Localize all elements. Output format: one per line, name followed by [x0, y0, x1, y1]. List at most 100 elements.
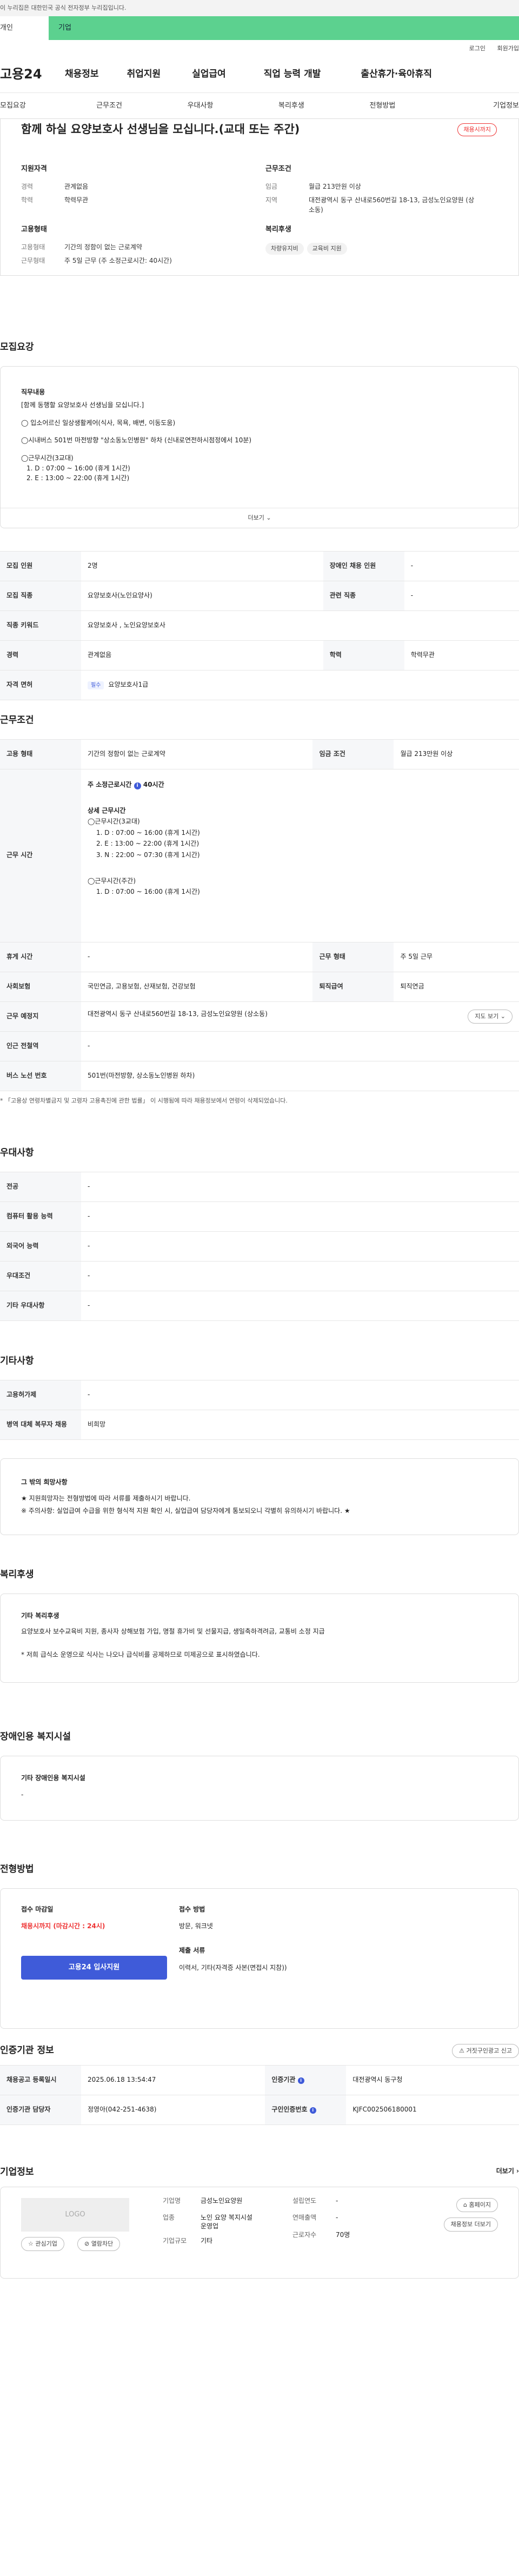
status-badge: 채용시까지 [457, 123, 497, 136]
work-form-label: 근무 형태 [312, 941, 394, 972]
info-icon[interactable]: i [297, 2077, 304, 2084]
education-label: 학력 [21, 196, 34, 204]
hours-line: 3. N : 22:00 ~ 07:30 (휴게 1시간) [96, 851, 200, 859]
license-value: 요양보호사1급 [108, 680, 149, 688]
deadline-value: 채용시까지 (마감시간 : 24시) [21, 1922, 105, 1930]
bus-value: 501번(마전방향, 상소동노인병원 하차) [81, 1060, 519, 1091]
table-row: 외국어 능력 - [0, 1231, 519, 1262]
snb-item-company[interactable]: 기업정보 [428, 93, 519, 118]
gnb-item-vocational-training[interactable]: 직업 능력 개발 [238, 68, 333, 81]
docs-value: 이력서, 기타(자격증 사본(면접시 지참)) [179, 1963, 287, 1971]
preference-section: 우대사항 전공 - 컴퓨터 활용 능력 - 외국어 능력 - 우대조건 - 기타 우대사… [0, 1146, 519, 1321]
age-footnote: * 「고용상 연령차별금지 및 고령자 고용촉진에 관한 법률」 이 시행됨에 … [0, 1097, 288, 1104]
preference-heading: 우대사항 [0, 1147, 34, 1158]
docs-label: 제출 서류 [179, 1947, 205, 1955]
employment-type-block: 고용형태 고용형태 기간의 정함이 없는 근로계약 근무형태 주 5일 근무 (주 … [21, 225, 232, 270]
agency-label: 인증기관 i [265, 2064, 347, 2095]
favorite-company-button[interactable]: ☆ 관심기업 [21, 2236, 64, 2251]
table-row: 모집 직종 요양보호사(노인요양사) 관련 직종 - [0, 580, 519, 611]
gnb-item-employment-support[interactable]: 취업지원 [111, 68, 173, 81]
table-row: 컴퓨터 활용 능력 - [0, 1201, 519, 1232]
disabled-facility-box: 기타 장애인용 복지시설 - [0, 1755, 519, 1821]
snb-item-recruit[interactable]: 모집요강 [0, 93, 64, 118]
military-value: 비희망 [81, 1409, 519, 1440]
signup-link[interactable]: 회원가입 [497, 45, 519, 52]
work-condition-block: 근무조건 임금 월급 213만원 이상 지역 대전광역시 동구 산내로560번길 1… [265, 164, 476, 219]
duty-line: [함께 동행할 요양보호사 선생님을 모십니다.] [21, 401, 144, 409]
etc-section: 기타사항 고용허가제 - 병역 대체 복무자 채용 비희망 그 밖의 희망사항 ★ … [0, 1355, 519, 1536]
disabled-hire-value: - [404, 550, 519, 581]
company-section: 기업정보 더보기 › LOGO ☆ 관심기업 ⊘ 열람차단 기업명 금성노인요양원… [0, 2166, 519, 2279]
job-summary: 함께 하실 요양보호사 선생님을 모십니다.(교대 또는 주간) 채용시까지 지… [0, 119, 519, 276]
hours-line: ◯근무시간(주간) [88, 877, 136, 885]
map-button[interactable]: 지도 보기 ⌄ [468, 1009, 513, 1024]
related-occupation-label: 관련 직종 [323, 580, 404, 611]
block-company-button[interactable]: ⊘ 열람차단 [77, 2236, 121, 2251]
bus-label: 버스 노선 번호 [0, 1060, 81, 1091]
hours-line: 1. D : 07:00 ~ 16:00 (휴게 1시간) [96, 888, 200, 896]
gnb-item-parental-leave[interactable]: 출산휴가·육아휴직 [332, 68, 432, 81]
gov-banner: 이 누리집은 대한민국 공식 전자정부 누리집입니다. [0, 0, 519, 16]
location-cell: 대전광역시 동구 산내로560번길 18-13, 금성노인요양원 (상소동) 지도… [81, 1001, 519, 1032]
week-hours-value: 40시간 [143, 780, 164, 788]
table-row: 모집 인원 2명 장애인 채용 인원 - [0, 550, 519, 581]
homepage-button[interactable]: ⌂ 홈페이지 [456, 2197, 498, 2212]
computer-label: 컴퓨터 활용 능력 [0, 1201, 81, 1232]
other-wishes-label: 그 밖의 희망사항 [21, 1478, 68, 1486]
login-link[interactable]: 로그인 [469, 45, 485, 52]
education-value: 학력무관 [404, 640, 519, 670]
duty-line: ◯ 입소어르신 일상생활케어(식사, 목욕, 배변, 이동도움) [21, 419, 176, 427]
employment-type-label: 고용형태 [21, 243, 45, 251]
agency-contact-value: 정영아(042-251-4638) [81, 2094, 265, 2125]
tab-corporate[interactable]: 기업 [49, 16, 519, 40]
etc-heading: 기타사항 [0, 1356, 34, 1366]
report-button[interactable]: ⚠ 거짓구인광고 신고 [452, 2044, 519, 2058]
duty-more-button[interactable]: 더보기 ⌄ [1, 507, 518, 528]
wage-value: 월급 213만원 이상 [309, 182, 361, 190]
benefits-line: * 저희 급식소 운영으로 식사는 나오나 급식비를 공제하므로 미제공으로 표… [21, 1651, 260, 1659]
info-icon[interactable]: i [309, 2107, 316, 2114]
benefits-section: 복리후생 기타 복리후생 요양보호사 보수교육비 지원, 종사자 상해보험 가입… [0, 1568, 519, 1683]
gnb-item-jobs[interactable]: 채용정보 [59, 68, 111, 81]
info-icon[interactable]: i [134, 782, 141, 789]
selection-box: 접수 마감일 채용시까지 (마감시간 : 24시) 고용24 입사지원 접수 방… [0, 1888, 519, 2029]
home-icon: ⌂ [463, 2201, 468, 2208]
conditions-table: 고용 형태 기간의 정함이 없는 근로계약 임금 조건 월급 213만원 이상 근무 … [0, 739, 519, 1091]
career-label: 경력 [0, 640, 81, 670]
site-logo[interactable]: 고용24 [0, 65, 59, 84]
agency-value: 대전광역시 동구청 [346, 2064, 519, 2095]
apply-button[interactable]: 고용24 입사지원 [21, 1956, 167, 1980]
career-value: 관계없음 [64, 182, 89, 190]
snb-item-preference[interactable]: 우대사항 [155, 93, 245, 118]
snb-item-selection[interactable]: 전형방법 [337, 93, 428, 118]
table-row: 채용공고 등록일시 2025.06.18 13:54:47 인증기관 i 대전광역시 … [0, 2064, 519, 2095]
company-jobs-button[interactable]: 채용정보 더보기 [443, 2217, 498, 2232]
table-row: 자격 면허 필수 요양보호사1급 [0, 669, 519, 700]
snb-item-benefits[interactable]: 복리후생 [246, 93, 337, 118]
snb-item-conditions[interactable]: 근무조건 [64, 93, 155, 118]
company-heading: 기업정보 [0, 2167, 34, 2177]
tab-individual[interactable]: 개인 [0, 16, 49, 40]
gnb-item-unemployment-benefit[interactable]: 실업급여 [172, 68, 238, 81]
hours-line: 2. E : 13:00 ~ 22:00 (휴게 1시간) [96, 840, 199, 848]
occupation-label: 모집 직종 [0, 580, 81, 611]
agency-section: 인증기관 정보 ⚠ 거짓구인광고 신고 채용공고 등록일시 2025.06.18 … [0, 2044, 519, 2125]
benefits-heading: 복리후생 [0, 1569, 34, 1580]
occupation-value: 요양보호사(노인요양사) [81, 580, 323, 611]
disabled-facility-heading: 장애인용 복지시설 [0, 1731, 71, 1742]
selection-section: 전형방법 접수 마감일 채용시까지 (마감시간 : 24시) 고용24 입사지원… [0, 1863, 519, 2029]
computer-value: - [81, 1201, 519, 1232]
region-label: 지역 [265, 196, 278, 204]
major-label: 전공 [0, 1171, 81, 1202]
benefits-line: 요양보호사 보수교육비 지원, 종사자 상해보험 가입, 명절 휴가비 및 선물… [21, 1628, 325, 1636]
table-row: 전공 - [0, 1171, 519, 1202]
agency-label-text: 인증기관 [271, 2075, 296, 2083]
welfare-heading: 복리후생 [265, 225, 291, 234]
company-size-label: 기업규모 [163, 2237, 187, 2245]
method-label: 접수 방법 [179, 1905, 205, 1913]
method-value: 방문, 워크넷 [179, 1922, 213, 1930]
subway-label: 인근 전철역 [0, 1031, 81, 1061]
company-more-link[interactable]: 더보기 › [496, 2167, 519, 2176]
duty-line: 2. E : 13:00 ~ 22:00 (휴게 1시간) [26, 474, 130, 482]
benefits-label: 기타 복리후생 [21, 1611, 59, 1619]
